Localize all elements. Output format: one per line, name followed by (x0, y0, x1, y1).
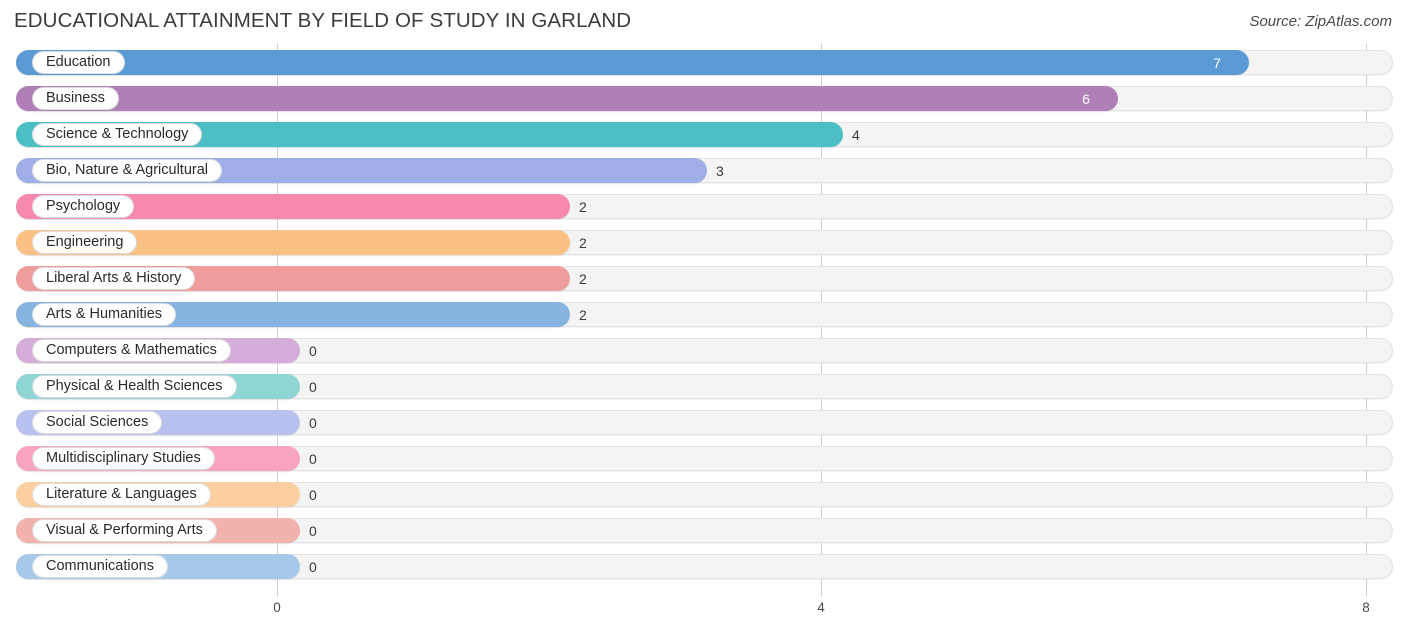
bar-row: Engineering 2 (0, 224, 1406, 260)
page-title: EDUCATIONAL ATTAINMENT BY FIELD OF STUDY… (14, 9, 632, 32)
bar[interactable] (16, 50, 1249, 75)
bar-row: Psychology 2 (0, 188, 1406, 224)
bar-label: Business (46, 90, 105, 107)
bar-rows: Education 7 Business 6 Science & Technology 4… (0, 44, 1406, 584)
bar-value: 3 (716, 162, 724, 179)
bar-label-pill: Liberal Arts & History (32, 267, 196, 290)
bar-row: Science & Technology 4 (0, 116, 1406, 152)
bar-row: Education 7 (0, 44, 1406, 80)
source-attribution: Source: ZipAtlas.com (1249, 13, 1392, 30)
bar-label: Education (46, 54, 111, 71)
bar-label: Physical & Health Sciences (46, 378, 223, 395)
bar-label-pill: Engineering (32, 231, 138, 254)
bar-label: Arts & Humanities (46, 306, 163, 323)
bar-label: Psychology (46, 198, 121, 215)
chart-header: EDUCATIONAL ATTAINMENT BY FIELD OF STUDY… (0, 0, 1406, 44)
bar-label: Social Sciences (46, 414, 149, 431)
bar-value: 2 (579, 234, 587, 251)
bar-label: Literature & Languages (46, 486, 197, 503)
bar-row: Computers & Mathematics 0 (0, 332, 1406, 368)
bar-value: 0 (309, 522, 317, 539)
bar-label-pill: Arts & Humanities (32, 303, 177, 326)
bar-label-pill: Science & Technology (32, 123, 203, 146)
bar-value: 0 (309, 378, 317, 395)
bar-value: 2 (579, 270, 587, 287)
bar-row: Business 6 (0, 80, 1406, 116)
bar-label: Engineering (46, 234, 124, 251)
bar-row: Physical & Health Sciences 0 (0, 368, 1406, 404)
bar-label-pill: Bio, Nature & Agricultural (32, 159, 222, 182)
bar-label-pill: Computers & Mathematics (32, 339, 231, 362)
bar-label-pill: Social Sciences (32, 411, 163, 434)
bar-row: Bio, Nature & Agricultural 3 (0, 152, 1406, 188)
bar-row: Communications 0 (0, 548, 1406, 584)
bar-value: 0 (309, 450, 317, 467)
bar-value: 0 (309, 558, 317, 575)
bar-value: 6 (1082, 90, 1090, 107)
bar-value: 0 (309, 414, 317, 431)
x-axis-tick: 0 (273, 600, 281, 615)
x-axis-tick: 4 (817, 600, 825, 615)
bar-label: Science & Technology (46, 126, 189, 143)
bar-row: Multidisciplinary Studies 0 (0, 440, 1406, 476)
bar-label: Communications (46, 558, 154, 575)
bar-value: 2 (579, 306, 587, 323)
bar-label-pill: Business (32, 87, 119, 110)
bar-row: Visual & Performing Arts 0 (0, 512, 1406, 548)
bar-label-pill: Psychology (32, 195, 135, 218)
bar-label: Visual & Performing Arts (46, 522, 203, 539)
x-axis-tick: 8 (1362, 600, 1370, 615)
bar-value: 4 (852, 126, 860, 143)
bar-value: 7 (1213, 54, 1221, 71)
bar-label-pill: Multidisciplinary Studies (32, 447, 215, 470)
bar-label-pill: Physical & Health Sciences (32, 375, 237, 398)
bar-row: Literature & Languages 0 (0, 476, 1406, 512)
bar-label-pill: Visual & Performing Arts (32, 519, 217, 542)
bar[interactable] (16, 86, 1118, 111)
x-axis: 0 4 8 (0, 596, 1406, 631)
bar-label: Bio, Nature & Agricultural (46, 162, 208, 179)
bar-label-pill: Education (32, 51, 125, 74)
bar-row: Arts & Humanities 2 (0, 296, 1406, 332)
bar-row: Liberal Arts & History 2 (0, 260, 1406, 296)
chart-plot-area: Education 7 Business 6 Science & Technology 4… (0, 44, 1406, 596)
bar-value: 0 (309, 486, 317, 503)
bar-label: Computers & Mathematics (46, 342, 217, 359)
bar-value: 2 (579, 198, 587, 215)
bar-label-pill: Communications (32, 555, 168, 578)
bar-row: Social Sciences 0 (0, 404, 1406, 440)
bar-label: Multidisciplinary Studies (46, 450, 201, 467)
bar-label: Liberal Arts & History (46, 270, 182, 287)
bar-label-pill: Literature & Languages (32, 483, 211, 506)
bar-value: 0 (309, 342, 317, 359)
